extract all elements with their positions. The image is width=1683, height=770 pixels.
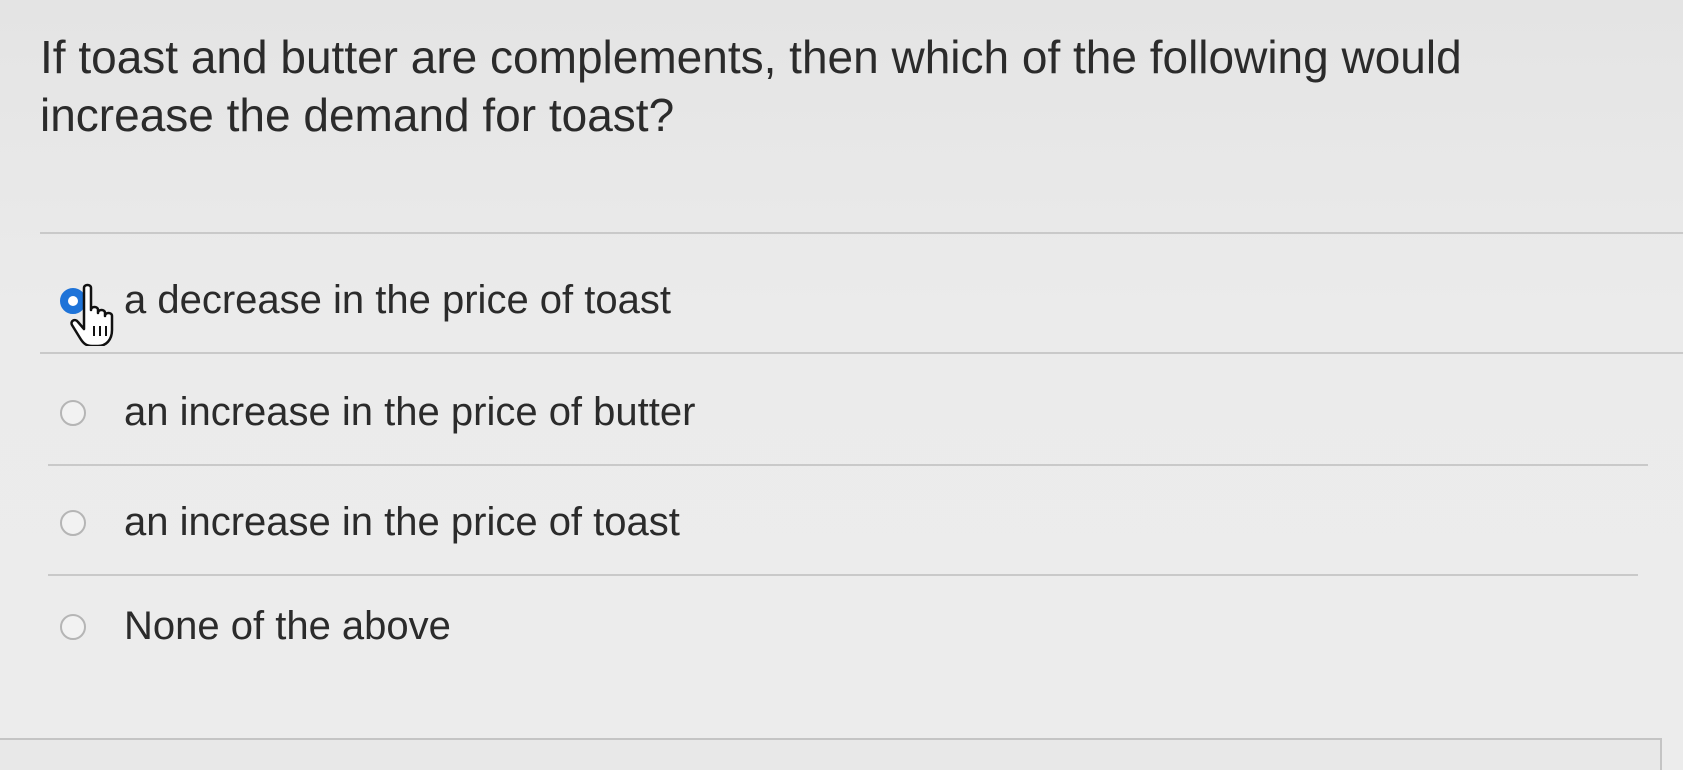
footer-panel xyxy=(0,738,1662,770)
radio-button[interactable] xyxy=(60,509,86,536)
answer-option-label: None of the above xyxy=(124,604,451,648)
answer-option-label: an increase in the price of butter xyxy=(124,390,696,434)
radio-button[interactable] xyxy=(60,613,86,640)
divider xyxy=(48,464,1648,466)
hand-pointer-icon xyxy=(70,283,114,346)
answer-option-label: a decrease in the price of toast xyxy=(124,278,671,322)
question-text: If toast and butter are complements, the… xyxy=(40,31,1462,141)
quiz-screen: If toast and butter are complements, the… xyxy=(0,0,1683,770)
divider xyxy=(40,352,1683,354)
divider xyxy=(48,574,1638,576)
divider xyxy=(40,232,1683,234)
answer-option-label: an increase in the price of toast xyxy=(124,500,680,544)
answer-option-2[interactable]: an increase in the price of butter xyxy=(60,390,695,435)
answer-option-3[interactable]: an increase in the price of toast xyxy=(60,500,680,545)
answer-option-4[interactable]: None of the above xyxy=(60,604,451,649)
answer-option-1[interactable]: a decrease in the price of toast xyxy=(60,278,671,323)
radio-button[interactable] xyxy=(60,399,86,426)
